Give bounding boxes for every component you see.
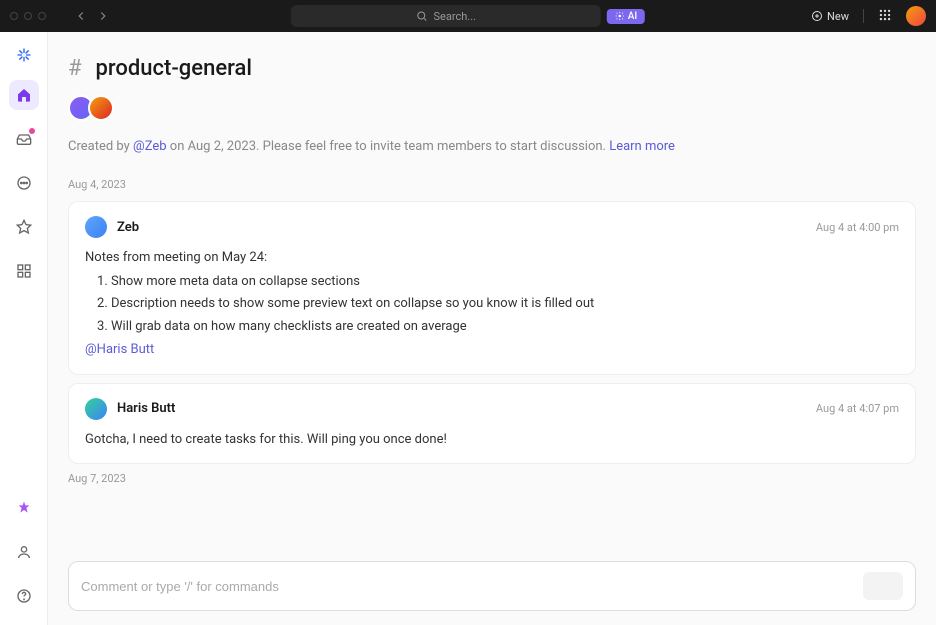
message-card: Haris Butt Aug 4 at 4:07 pm Gotcha, I ne… — [68, 383, 916, 465]
sidebar-home[interactable] — [9, 80, 39, 110]
ai-label: AI — [628, 11, 637, 22]
creator-mention[interactable]: @Zeb — [133, 139, 167, 154]
nav-forward-button[interactable] — [96, 9, 110, 23]
sidebar-help-icon[interactable] — [9, 581, 39, 611]
sidebar-upgrade-icon[interactable] — [9, 493, 39, 523]
search-input[interactable]: Search... — [291, 5, 601, 27]
send-button[interactable] — [863, 572, 903, 600]
comment-composer[interactable] — [68, 561, 916, 611]
channel-meta: Created by @Zeb on Aug 2, 2023. Please f… — [68, 139, 916, 154]
app-logo[interactable] — [13, 44, 35, 66]
new-button[interactable]: New — [811, 10, 849, 23]
author-avatar[interactable] — [85, 398, 107, 420]
user-mention[interactable]: @Haris Butt — [85, 342, 154, 357]
hash-icon: # — [68, 56, 82, 81]
message-text: Gotcha, I need to create tasks for this.… — [85, 430, 899, 450]
notification-dot — [29, 128, 35, 134]
date-separator: Aug 4, 2023 — [68, 178, 916, 191]
sidebar-favorites[interactable] — [9, 212, 39, 242]
member-list[interactable] — [68, 95, 916, 121]
member-avatar[interactable] — [88, 95, 114, 121]
user-avatar[interactable] — [906, 6, 926, 26]
channel-title: product-general — [96, 56, 252, 81]
search-placeholder: Search... — [434, 10, 477, 23]
list-item: Description needs to show some preview t… — [111, 294, 899, 314]
sidebar-more[interactable] — [9, 168, 39, 198]
sidebar-inbox[interactable] — [9, 124, 39, 154]
message-time: Aug 4 at 4:07 pm — [816, 402, 899, 415]
nav-back-button[interactable] — [74, 9, 88, 23]
author-avatar[interactable] — [85, 216, 107, 238]
message-time: Aug 4 at 4:00 pm — [816, 221, 899, 234]
message-text: Notes from meeting on May 24: — [85, 248, 899, 268]
ai-button[interactable]: AI — [607, 9, 645, 24]
comment-input[interactable] — [81, 579, 863, 594]
author-name: Zeb — [117, 220, 139, 235]
message-card: Zeb Aug 4 at 4:00 pm Notes from meeting … — [68, 201, 916, 375]
sidebar-profile-icon[interactable] — [9, 537, 39, 567]
sidebar-dashboard[interactable] — [9, 256, 39, 286]
list-item: Show more meta data on collapse sections — [111, 272, 899, 292]
window-controls — [10, 12, 46, 20]
divider — [863, 9, 864, 23]
new-label: New — [827, 10, 849, 23]
list-item: Will grab data on how many checklists ar… — [111, 317, 899, 337]
date-separator: Aug 7, 2023 — [68, 472, 916, 485]
apps-icon[interactable] — [878, 7, 892, 26]
author-name: Haris Butt — [117, 401, 175, 416]
learn-more-link[interactable]: Learn more — [609, 139, 675, 154]
